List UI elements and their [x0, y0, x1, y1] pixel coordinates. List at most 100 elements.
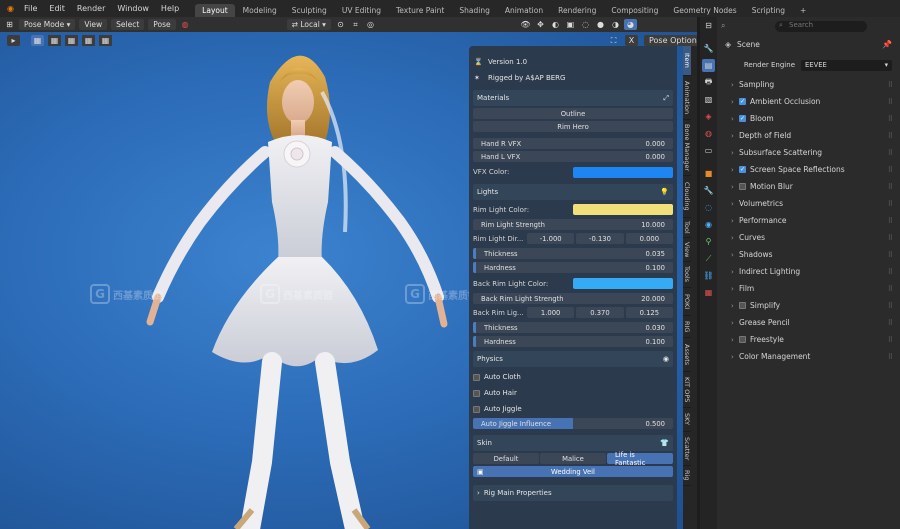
drag-handle-icon[interactable]: ⠿	[888, 353, 893, 361]
drag-handle-icon[interactable]: ⠿	[888, 319, 893, 327]
add-workspace-icon[interactable]: +	[793, 4, 813, 17]
panel-shadows[interactable]: › Shadows ⠿	[717, 246, 900, 263]
panel-grease-pencil[interactable]: › Grease Pencil ⠿	[717, 314, 900, 331]
checkbox-icon[interactable]: ✓	[739, 98, 746, 105]
tab-tool[interactable]: Tool	[683, 218, 691, 238]
drag-handle-icon[interactable]: ⠿	[888, 336, 893, 344]
drag-handle-icon[interactable]: ⠿	[888, 81, 893, 89]
drag-handle-icon[interactable]: ⠿	[888, 98, 893, 106]
thickness-field[interactable]: Thickness 0.035	[473, 248, 673, 259]
pivot-icon[interactable]: ⊙	[334, 19, 347, 30]
drag-handle-icon[interactable]: ⠿	[888, 149, 893, 157]
back-rim-light-strength-field[interactable]: Back Rim Light Strength 20.000	[473, 293, 673, 304]
thickness-field[interactable]: Thickness 0.030	[473, 322, 673, 333]
gizmo-icon[interactable]: ✥	[534, 19, 547, 30]
tool-icon[interactable]: 🔧	[702, 42, 715, 55]
particles-icon[interactable]: ◌	[702, 201, 715, 214]
panel-screen-space-reflections[interactable]: › ✓ Screen Space Reflections ⠿	[717, 161, 900, 178]
drag-handle-icon[interactable]: ⠿	[888, 115, 893, 123]
panel-color-management[interactable]: › Color Management ⠿	[717, 348, 900, 365]
menu-file[interactable]: File	[18, 4, 43, 13]
overlay-icon[interactable]: ◐	[549, 19, 562, 30]
output-icon[interactable]: 🖶	[702, 76, 715, 89]
back-rim-dir-z[interactable]: 0.125	[625, 307, 673, 318]
panel-simplify[interactable]: › Simplify ⠿	[717, 297, 900, 314]
tab-rig-2[interactable]: Rig	[683, 466, 691, 486]
tab-sculpting[interactable]: Sculpting	[285, 4, 334, 17]
shading-material-icon[interactable]: ◑	[609, 19, 622, 30]
shading-solid-icon[interactable]: ●	[594, 19, 607, 30]
tab-assets[interactable]: Assets	[683, 338, 691, 372]
panel-freestyle[interactable]: › Freestyle ⠿	[717, 331, 900, 348]
drag-handle-icon[interactable]: ⠿	[888, 302, 893, 310]
checkbox-icon[interactable]	[739, 336, 746, 343]
search-input[interactable]: ⌕ Search	[775, 20, 867, 32]
panel-performance[interactable]: › Performance ⠿	[717, 212, 900, 229]
view-layer-icon[interactable]: ▧	[702, 93, 715, 106]
checkbox-icon[interactable]	[739, 183, 746, 190]
editor-type-icon[interactable]: ⊞	[3, 19, 16, 30]
tab-rig[interactable]: RIG	[683, 316, 691, 338]
shading-wireframe-icon[interactable]: ◌	[579, 19, 592, 30]
tab-bone-manager[interactable]: Bone Manager	[683, 120, 691, 176]
rig-main-properties-header[interactable]: › Rig Main Properties	[473, 485, 673, 501]
tab-modeling[interactable]: Modeling	[236, 4, 284, 17]
skin-option-malice[interactable]: Malice	[540, 453, 606, 464]
visibility-icon[interactable]: 👁	[519, 19, 532, 30]
checkbox-icon[interactable]	[473, 389, 480, 397]
object-icon[interactable]: ■	[702, 167, 715, 180]
pose-library-icon[interactable]: ◍	[179, 19, 192, 30]
x-mirror-icon[interactable]: X	[625, 35, 638, 46]
camera-view-icon[interactable]: ⛶	[607, 35, 620, 46]
blender-logo-icon[interactable]: ◉	[4, 3, 17, 14]
panel-sampling[interactable]: › Sampling ⠿	[717, 76, 900, 93]
rim-hero-button[interactable]: Rim Hero	[473, 121, 673, 132]
tab-scripting[interactable]: Scripting	[745, 4, 792, 17]
pose-options-button[interactable]: Pose Options	[644, 35, 697, 46]
select-menu[interactable]: Select	[111, 19, 145, 30]
checkbox-icon[interactable]: ✓	[739, 115, 746, 122]
tab-rendering[interactable]: Rendering	[551, 4, 603, 17]
drag-handle-icon[interactable]: ⠿	[888, 217, 893, 225]
auto-jiggle-checkbox[interactable]: Auto Jiggle	[473, 401, 673, 417]
panel-indirect-lighting[interactable]: › Indirect Lighting ⠿	[717, 263, 900, 280]
tab-poki[interactable]: POKI	[683, 288, 691, 316]
outline-button[interactable]: Outline	[473, 108, 673, 119]
tab-animation[interactable]: Animation	[683, 76, 691, 120]
menu-window[interactable]: Window	[111, 4, 155, 13]
tab-texture-paint[interactable]: Texture Paint	[389, 4, 451, 17]
snap-icon[interactable]: ⌗	[349, 19, 362, 30]
world-icon[interactable]: ◍	[702, 127, 715, 140]
modifier-icon[interactable]: 🔧	[702, 184, 715, 197]
checkbox-icon[interactable]	[473, 373, 480, 381]
menu-render[interactable]: Render	[71, 4, 111, 13]
hardness-field[interactable]: Hardness 0.100	[473, 336, 673, 347]
tab-clouding[interactable]: Clouding	[683, 176, 691, 218]
panel-volumetrics[interactable]: › Volumetrics ⠿	[717, 195, 900, 212]
hand-r-vfx-field[interactable]: Hand R VFX 0.000	[473, 138, 673, 149]
back-rim-dir-x[interactable]: 1.000	[527, 307, 575, 318]
drag-handle-icon[interactable]: ⠿	[888, 183, 893, 191]
pin-icon[interactable]: 📌	[882, 40, 892, 49]
skin-header[interactable]: Skin 👕	[473, 435, 673, 451]
pose-menu[interactable]: Pose	[148, 19, 176, 30]
lights-header[interactable]: Lights 💡	[473, 184, 673, 200]
checkbox-icon[interactable]: ✓	[739, 166, 746, 173]
auto-jiggle-influence-slider[interactable]: Auto Jiggle Influence 0.500	[473, 418, 673, 429]
rim-light-dir-y[interactable]: -0.130	[576, 233, 624, 244]
rim-light-color-swatch[interactable]	[573, 204, 673, 215]
xray-icon[interactable]: ▣	[564, 19, 577, 30]
hand-l-vfx-field[interactable]: Hand L VFX 0.000	[473, 151, 673, 162]
bone-icon[interactable]: ⟋	[702, 252, 715, 265]
vfx-color-swatch[interactable]	[573, 166, 673, 178]
view-menu[interactable]: View	[79, 19, 108, 30]
rim-light-dir-z[interactable]: 0.000	[625, 233, 673, 244]
drag-handle-icon[interactable]: ⠿	[888, 251, 893, 259]
tab-tools[interactable]: Tools	[683, 262, 691, 288]
panel-depth-of-field[interactable]: › Depth of Field ⠿	[717, 127, 900, 144]
drag-handle-icon[interactable]: ⠿	[888, 285, 893, 293]
panel-motion-blur[interactable]: › Motion Blur ⠿	[717, 178, 900, 195]
checkbox-icon[interactable]	[739, 302, 746, 309]
physics-header[interactable]: Physics ◉	[473, 351, 673, 367]
tab-shading[interactable]: Shading	[452, 4, 496, 17]
